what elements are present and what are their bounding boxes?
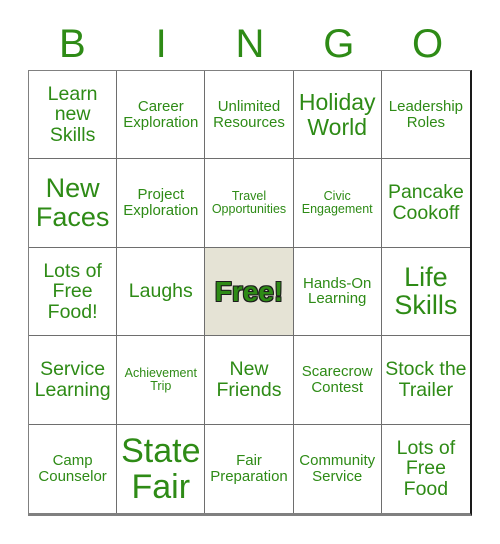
bingo-cell-label: Scarecrow Contest xyxy=(301,363,373,396)
bingo-cell-label: Project Exploration xyxy=(123,186,199,220)
bingo-cell[interactable]: Life Skills xyxy=(381,247,470,337)
bingo-cell[interactable]: Project Exploration xyxy=(117,159,206,248)
bingo-grid: Learn new Skills Career Exploration Unlimi… xyxy=(28,70,472,516)
bingo-cell-label: Lots of Free Food! xyxy=(43,259,102,323)
bingo-cell[interactable]: Travel Opportunities xyxy=(205,159,294,248)
bingo-cell-label: Community Service xyxy=(299,451,376,485)
bingo-cell[interactable]: Lots of Free Food! xyxy=(29,247,118,337)
bingo-cell[interactable]: Unlimited Resources xyxy=(205,71,294,160)
bingo-cell-label: Pancake Cookoff xyxy=(387,181,464,225)
bingo-cell-label: Laughs xyxy=(128,280,193,303)
bingo-cell-label: Achievement Trip xyxy=(124,365,197,393)
bingo-cell-label: Life Skills xyxy=(394,261,458,321)
bingo-cell[interactable]: Career Exploration xyxy=(117,71,206,160)
bingo-cell[interactable]: Camp Counselor xyxy=(29,424,118,513)
bingo-cell[interactable]: Civic Engagement xyxy=(293,159,382,248)
bingo-cell-label: New Faces xyxy=(35,173,110,233)
bingo-cell-label: State Fair xyxy=(121,431,201,506)
bingo-cell[interactable]: Fair Preparation xyxy=(205,424,294,513)
bingo-cell[interactable]: Laughs xyxy=(117,247,206,337)
bingo-cell-label: Holiday World xyxy=(298,89,376,140)
bingo-header-letter-b: B xyxy=(59,22,86,66)
bingo-cell[interactable]: New Faces xyxy=(29,159,118,248)
bingo-cell-label: Leadership Roles xyxy=(388,97,463,131)
bingo-cell-label: Lots of Free Food xyxy=(396,436,456,501)
bingo-cell[interactable]: Learn new Skills xyxy=(29,71,118,160)
bingo-cell[interactable]: Stock the Trailer xyxy=(381,336,470,425)
bingo-cell-label: Hands-On Learning xyxy=(303,274,372,308)
bingo-cell[interactable]: Hands-On Learning xyxy=(293,247,382,337)
bingo-cell[interactable]: Scarecrow Contest xyxy=(293,336,382,425)
bingo-cell[interactable]: Lots of Free Food xyxy=(381,424,470,513)
bingo-cell[interactable]: New Friends xyxy=(205,336,294,425)
bingo-cell[interactable]: Pancake Cookoff xyxy=(381,159,470,248)
bingo-cell-free[interactable]: Free! xyxy=(205,247,294,337)
bingo-cell-label: New Friends xyxy=(216,358,282,401)
bingo-cell-label: Travel Opportunities xyxy=(211,188,287,217)
bingo-header: B I N G O xyxy=(28,18,472,70)
bingo-cell[interactable]: Community Service xyxy=(293,424,382,513)
bingo-cell-label: Stock the Trailer xyxy=(385,358,467,401)
bingo-cell-label: Career Exploration xyxy=(123,97,199,131)
bingo-cell-label: Free! xyxy=(214,275,284,307)
bingo-cell-label: Unlimited Resources xyxy=(213,97,285,131)
bingo-header-letter-i: I xyxy=(155,22,167,66)
bingo-cell-label: Civic Engagement xyxy=(301,188,373,217)
bingo-cell-label: Service Learning xyxy=(34,358,111,401)
bingo-cell-label: Fair Preparation xyxy=(210,451,288,485)
bingo-header-letter-n: N xyxy=(235,22,265,66)
bingo-cell[interactable]: Leadership Roles xyxy=(381,71,470,160)
bingo-cell[interactable]: State Fair xyxy=(117,424,206,513)
bingo-header-letter-g: G xyxy=(323,22,355,66)
bingo-cell[interactable]: Holiday World xyxy=(293,71,382,160)
bingo-cell-label: Camp Counselor xyxy=(38,451,107,485)
bingo-cell[interactable]: Achievement Trip xyxy=(117,336,206,425)
bingo-card: B I N G O Learn new Skills Career Explora… xyxy=(0,0,500,544)
bingo-cell[interactable]: Service Learning xyxy=(29,336,118,425)
bingo-header-letter-o: O xyxy=(412,22,444,66)
bingo-cell-label: Learn new Skills xyxy=(47,82,98,147)
